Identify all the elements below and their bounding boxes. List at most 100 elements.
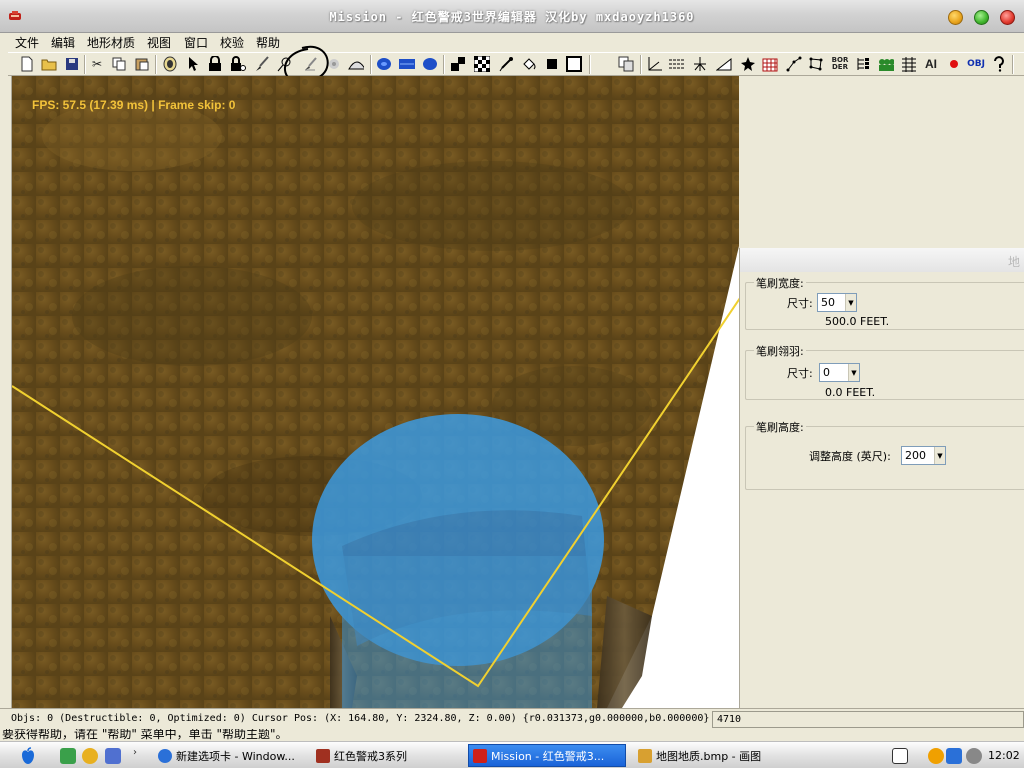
terrain-render	[12, 76, 739, 708]
taskbar: › 新建选项卡 - Window... 红色警戒3系列 Mission - 红色…	[0, 741, 1024, 768]
brush-feather-select[interactable]: 0 ▼	[819, 363, 860, 382]
tree-graph-icon[interactable]	[855, 56, 871, 72]
task-button[interactable]: 地图地质.bmp - 画图	[634, 744, 794, 767]
brush-feather-feet: 0.0 FEET.	[825, 386, 876, 399]
close-button[interactable]	[1000, 10, 1015, 25]
maximize-button[interactable]	[974, 10, 989, 25]
menu-bar: 文件 编辑 地形材质 视图 窗口 校验 帮助	[8, 33, 1024, 52]
menu-window[interactable]: 窗口	[184, 34, 208, 51]
status-text: Objs: 0 (Destructible: 0, Optimized: 0) …	[11, 713, 710, 724]
volume-tray-icon[interactable]	[966, 748, 982, 764]
polygon-trigger-icon[interactable]	[808, 56, 824, 72]
status-count-box: 4710	[712, 711, 1024, 728]
paste-icon[interactable]	[134, 56, 150, 72]
app-icon	[473, 748, 487, 763]
open-folder-icon[interactable]	[41, 56, 57, 72]
river-icon[interactable]	[399, 56, 415, 72]
help-hint-text: 要获得帮助，请在 "帮助" 菜单中，单击 "帮助主题"。	[2, 729, 288, 741]
road-icon[interactable]	[669, 56, 685, 72]
menu-validate[interactable]: 校验	[220, 34, 244, 51]
quicklaunch-icon[interactable]	[82, 748, 98, 764]
ramp-icon[interactable]	[716, 56, 732, 72]
water-area-icon[interactable]	[376, 56, 392, 72]
solid-square-icon[interactable]	[544, 56, 560, 72]
menu-edit[interactable]: 编辑	[51, 34, 75, 51]
team-units-icon[interactable]	[878, 56, 894, 72]
terrain-mound-icon[interactable]	[348, 56, 364, 72]
cut-icon[interactable]: ✂	[89, 56, 105, 72]
red-dot-icon[interactable]	[946, 56, 962, 72]
eyedropper-icon[interactable]	[498, 56, 514, 72]
task-button-active[interactable]: Mission - 红色警戒3...	[468, 744, 626, 767]
brush-height-select[interactable]: 200 ▼	[901, 446, 946, 465]
brush-width-select[interactable]: 50 ▼	[817, 293, 857, 312]
quicklaunch-icon[interactable]	[60, 748, 76, 764]
panel-header[interactable]: 地	[740, 248, 1024, 272]
bridge-icon[interactable]	[692, 56, 708, 72]
help-question-icon[interactable]	[991, 56, 1007, 72]
brush-height-group: 笔刷高度: 调整高度 (英尺): 200 ▼	[745, 419, 1024, 490]
save-icon[interactable]	[64, 56, 80, 72]
task-button[interactable]: 红色警戒3系列	[312, 744, 462, 767]
quicklaunch-more-icon[interactable]: ›	[133, 747, 137, 758]
title-bar[interactable]: Mission - 红色警戒3世界编辑器 汉化by mxdaoyzh1360	[0, 0, 1024, 33]
apple-logo-icon[interactable]	[18, 746, 38, 766]
chevron-down-icon[interactable]: ▼	[848, 364, 859, 381]
menu-help[interactable]: 帮助	[256, 34, 280, 51]
object-scroll-icon[interactable]	[162, 56, 178, 72]
minimize-button[interactable]	[948, 10, 963, 25]
paint-icon	[638, 748, 652, 763]
lock-gear-icon[interactable]	[230, 56, 246, 72]
status-bar: Objs: 0 (Destructible: 0, Optimized: 0) …	[0, 708, 1024, 729]
toolbar-separator	[589, 55, 591, 74]
toolbar-separator	[84, 55, 86, 74]
toolbar-overflow-icon[interactable]	[1018, 56, 1024, 72]
adjust-height-label: 调整高度 (英尺):	[809, 450, 891, 463]
menu-terrain-material[interactable]: 地形材质	[87, 34, 135, 51]
border-icon[interactable]: BOR DER	[830, 56, 850, 72]
toolbar-separator	[443, 55, 445, 74]
obj-icon[interactable]: OBJ	[966, 56, 986, 72]
qq-tray-icon[interactable]	[928, 748, 944, 764]
lock-icon[interactable]	[207, 56, 223, 72]
task-button[interactable]: 新建选项卡 - Window...	[154, 744, 304, 767]
axis-icon[interactable]	[647, 56, 663, 72]
help-tray-icon[interactable]	[892, 748, 908, 764]
ie-icon	[158, 748, 172, 763]
checker-icon[interactable]	[474, 56, 490, 72]
copy-icon[interactable]	[111, 56, 127, 72]
chevron-down-icon[interactable]: ▼	[845, 294, 856, 311]
lake-icon[interactable]	[422, 56, 438, 72]
toolbar-separator	[155, 55, 157, 74]
quicklaunch-icon[interactable]	[105, 748, 121, 764]
path-nodes-icon[interactable]	[786, 56, 802, 72]
brush-feather-label: 笔刷翎羽:	[754, 343, 806, 359]
toolbar-separator	[370, 55, 372, 74]
map-viewport[interactable]: FPS: 57.5 (17.39 ms) | Frame skip: 0	[12, 76, 739, 708]
copy-tiles-icon[interactable]	[618, 56, 634, 72]
tile-paint-icon[interactable]	[450, 56, 466, 72]
chevron-down-icon[interactable]: ▼	[934, 447, 945, 464]
brush-feather-size-label: 尺寸:	[787, 367, 813, 380]
outline-square-icon[interactable]	[566, 56, 582, 72]
menu-file[interactable]: 文件	[15, 34, 39, 51]
building-red-icon[interactable]	[762, 56, 778, 72]
network-tray-icon[interactable]	[946, 748, 962, 764]
script-grid-icon[interactable]	[901, 56, 917, 72]
toolbar-separator	[640, 55, 642, 74]
panel-title: 地	[1008, 255, 1021, 269]
brush-width-group: 笔刷宽度: 尺寸: 50 ▼ 500.0 FEET.	[745, 275, 1024, 330]
star-blob-icon[interactable]	[740, 56, 756, 72]
paint-brush-icon[interactable]	[254, 56, 270, 72]
ai-icon[interactable]: AI	[923, 56, 939, 72]
clock: 12:02	[988, 749, 1020, 762]
fps-counter: FPS: 57.5 (17.39 ms) | Frame skip: 0	[32, 98, 236, 112]
brush-width-feet: 500.0 FEET.	[825, 315, 890, 328]
fill-bucket-icon[interactable]	[521, 56, 537, 72]
brush-height-label: 笔刷高度:	[754, 419, 806, 435]
select-arrow-icon[interactable]	[186, 56, 202, 72]
brush-width-label: 笔刷宽度:	[754, 275, 806, 291]
status-count: 4710	[717, 714, 742, 725]
new-file-icon[interactable]	[19, 56, 35, 72]
menu-view[interactable]: 视图	[147, 34, 171, 51]
